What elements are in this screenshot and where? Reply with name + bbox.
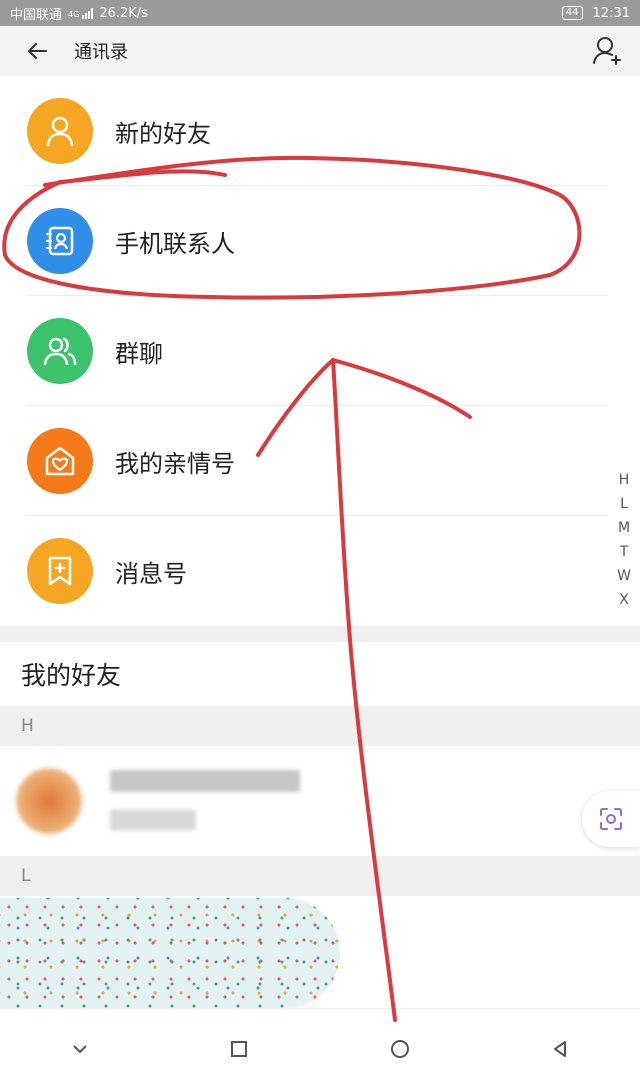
index-letter[interactable]: X [619, 592, 629, 608]
avatar [16, 768, 82, 834]
app-header: 通讯录 [0, 26, 640, 76]
index-letter[interactable]: W [617, 568, 631, 584]
page-title: 通讯录 [74, 42, 128, 63]
status-bar: 中国联通 4G 26.2K/s 44 12:31 [0, 0, 640, 26]
friends-heading-text: 我的好友 [21, 661, 122, 690]
index-letter[interactable]: M [618, 520, 630, 536]
menu-item-family-number[interactable]: 我的亲情号 [0, 406, 640, 516]
chevron-down-icon[interactable] [70, 1039, 90, 1059]
section-gap [0, 626, 640, 642]
battery-icon: 44 [561, 6, 583, 20]
menu-item-group-chat[interactable]: 群聊 [0, 296, 640, 406]
section-letter: H [21, 716, 34, 736]
contact-row[interactable] [0, 746, 640, 856]
menu-item-phone-contacts[interactable]: 手机联系人 [0, 186, 640, 296]
blurred-subtitle [110, 810, 196, 830]
network-speed: 26.2K/s [99, 5, 148, 21]
friends-heading: 我的好友 [0, 642, 640, 706]
index-letter[interactable]: L [620, 496, 628, 512]
contacts-menu: 新的好友 手机联系人 群聊 我的亲情号 消息号 [0, 76, 640, 626]
menu-item-new-friends[interactable]: 新的好友 [0, 76, 640, 186]
menu-item-message-account[interactable]: 消息号 [0, 516, 640, 626]
phone-contacts-icon [27, 208, 93, 274]
menu-item-label: 新的好友 [115, 119, 211, 148]
carrier-name: 中国联通 [10, 7, 63, 23]
menu-item-label: 我的亲情号 [115, 449, 235, 478]
blurred-name [110, 770, 300, 792]
index-letter[interactable]: H [619, 472, 630, 488]
privacy-mask [0, 898, 340, 1008]
add-contact-icon [593, 37, 621, 65]
scan-icon [600, 808, 622, 830]
section-header-h: H [0, 706, 640, 746]
home-icon[interactable] [389, 1038, 411, 1060]
arrow-left-icon [28, 43, 47, 59]
section-header-l: L [0, 856, 640, 896]
network-type: 4G [68, 10, 80, 19]
back-triangle-icon[interactable] [550, 1039, 570, 1059]
menu-item-label: 手机联系人 [115, 229, 235, 258]
system-nav-bar [0, 1030, 640, 1067]
add-contact-button[interactable] [592, 36, 622, 66]
section-letter: L [21, 866, 31, 886]
index-letter[interactable]: T [620, 544, 629, 560]
menu-item-label: 群聊 [115, 339, 163, 368]
group-icon [27, 318, 93, 384]
bookmark-plus-icon [27, 538, 93, 604]
menu-item-label: 消息号 [115, 559, 187, 588]
battery-level: 44 [565, 7, 579, 18]
divider [0, 1008, 640, 1009]
recent-apps-icon[interactable] [229, 1039, 249, 1059]
back-button[interactable] [0, 26, 74, 76]
alphabet-index[interactable]: H L M T W X [616, 472, 632, 608]
person-icon [27, 98, 93, 164]
scan-button[interactable] [582, 791, 640, 847]
signal-icon: 4G [68, 7, 94, 19]
clock: 12:31 [592, 5, 630, 21]
family-home-icon [27, 428, 93, 494]
